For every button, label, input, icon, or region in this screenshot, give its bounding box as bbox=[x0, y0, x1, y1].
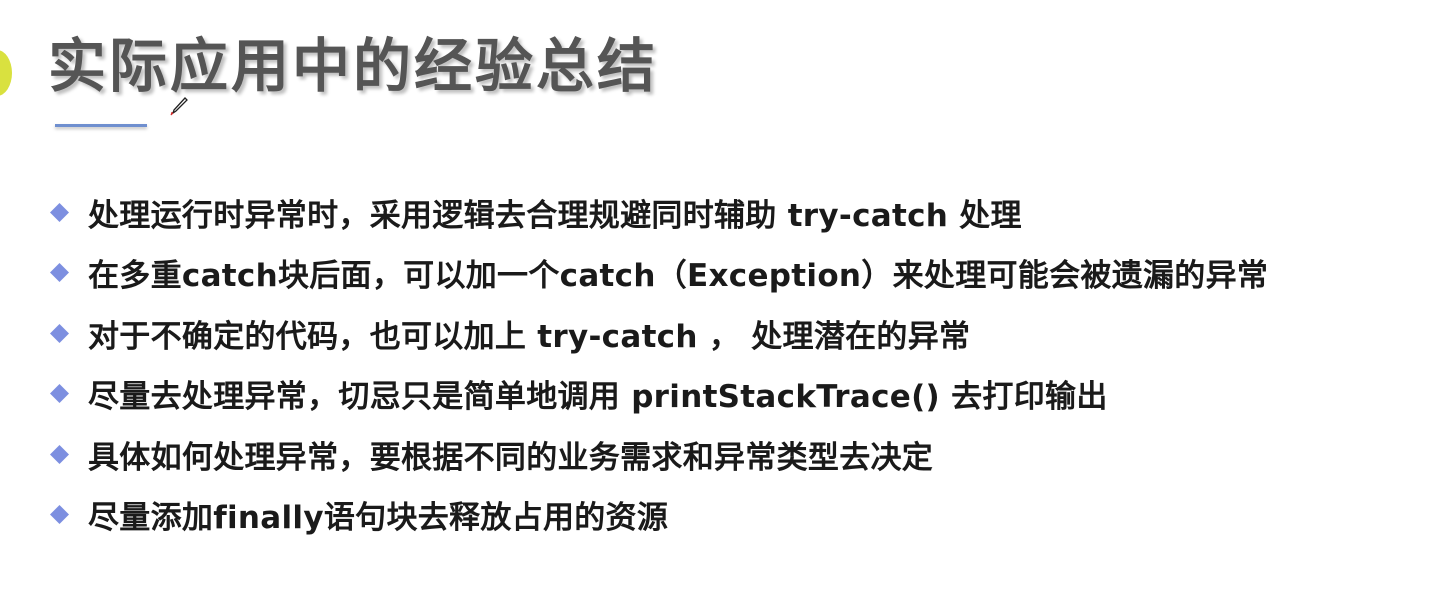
list-item: 具体如何处理异常，要根据不同的业务需求和异常类型去决定 bbox=[50, 424, 1268, 485]
diamond-bullet-icon bbox=[50, 384, 69, 404]
bullet-text: 对于不确定的代码，也可以加上 try-catch ， 处理潜在的异常 bbox=[88, 318, 971, 355]
bullet-text: 尽量添加finally语句块去释放占用的资源 bbox=[88, 500, 669, 537]
diamond-bullet-icon bbox=[50, 444, 69, 464]
list-item: 对于不确定的代码，也可以加上 try-catch ， 处理潜在的异常 bbox=[50, 303, 1268, 364]
bullet-list: 处理运行时异常时，采用逻辑去合理规避同时辅助 try-catch 处理 在多重c… bbox=[50, 182, 1268, 545]
list-item: 在多重catch块后面，可以加一个catch（Exception）来处理可能会被… bbox=[50, 243, 1268, 304]
diamond-bullet-icon bbox=[50, 263, 69, 283]
bullet-text: 处理运行时异常时，采用逻辑去合理规避同时辅助 try-catch 处理 bbox=[88, 197, 1022, 234]
title-underline bbox=[55, 124, 147, 127]
list-item: 尽量去处理异常，切忌只是简单地调用 printStackTrace() 去打印输… bbox=[50, 364, 1268, 425]
pen-cursor-icon bbox=[170, 97, 188, 116]
bullet-text: 具体如何处理异常，要根据不同的业务需求和异常类型去决定 bbox=[88, 439, 934, 476]
diamond-bullet-icon bbox=[50, 505, 69, 525]
list-item: 处理运行时异常时，采用逻辑去合理规避同时辅助 try-catch 处理 bbox=[50, 182, 1268, 243]
diamond-bullet-icon bbox=[50, 323, 69, 343]
slide-title: 实际应用中的经验总结 bbox=[48, 32, 659, 100]
bullet-text: 尽量去处理异常，切忌只是简单地调用 printStackTrace() 去打印输… bbox=[88, 379, 1108, 416]
diamond-bullet-icon bbox=[50, 202, 69, 222]
bullet-text: 在多重catch块后面，可以加一个catch（Exception）来处理可能会被… bbox=[88, 258, 1269, 295]
list-item: 尽量添加finally语句块去释放占用的资源 bbox=[50, 485, 1268, 546]
decorative-circle bbox=[0, 50, 12, 96]
